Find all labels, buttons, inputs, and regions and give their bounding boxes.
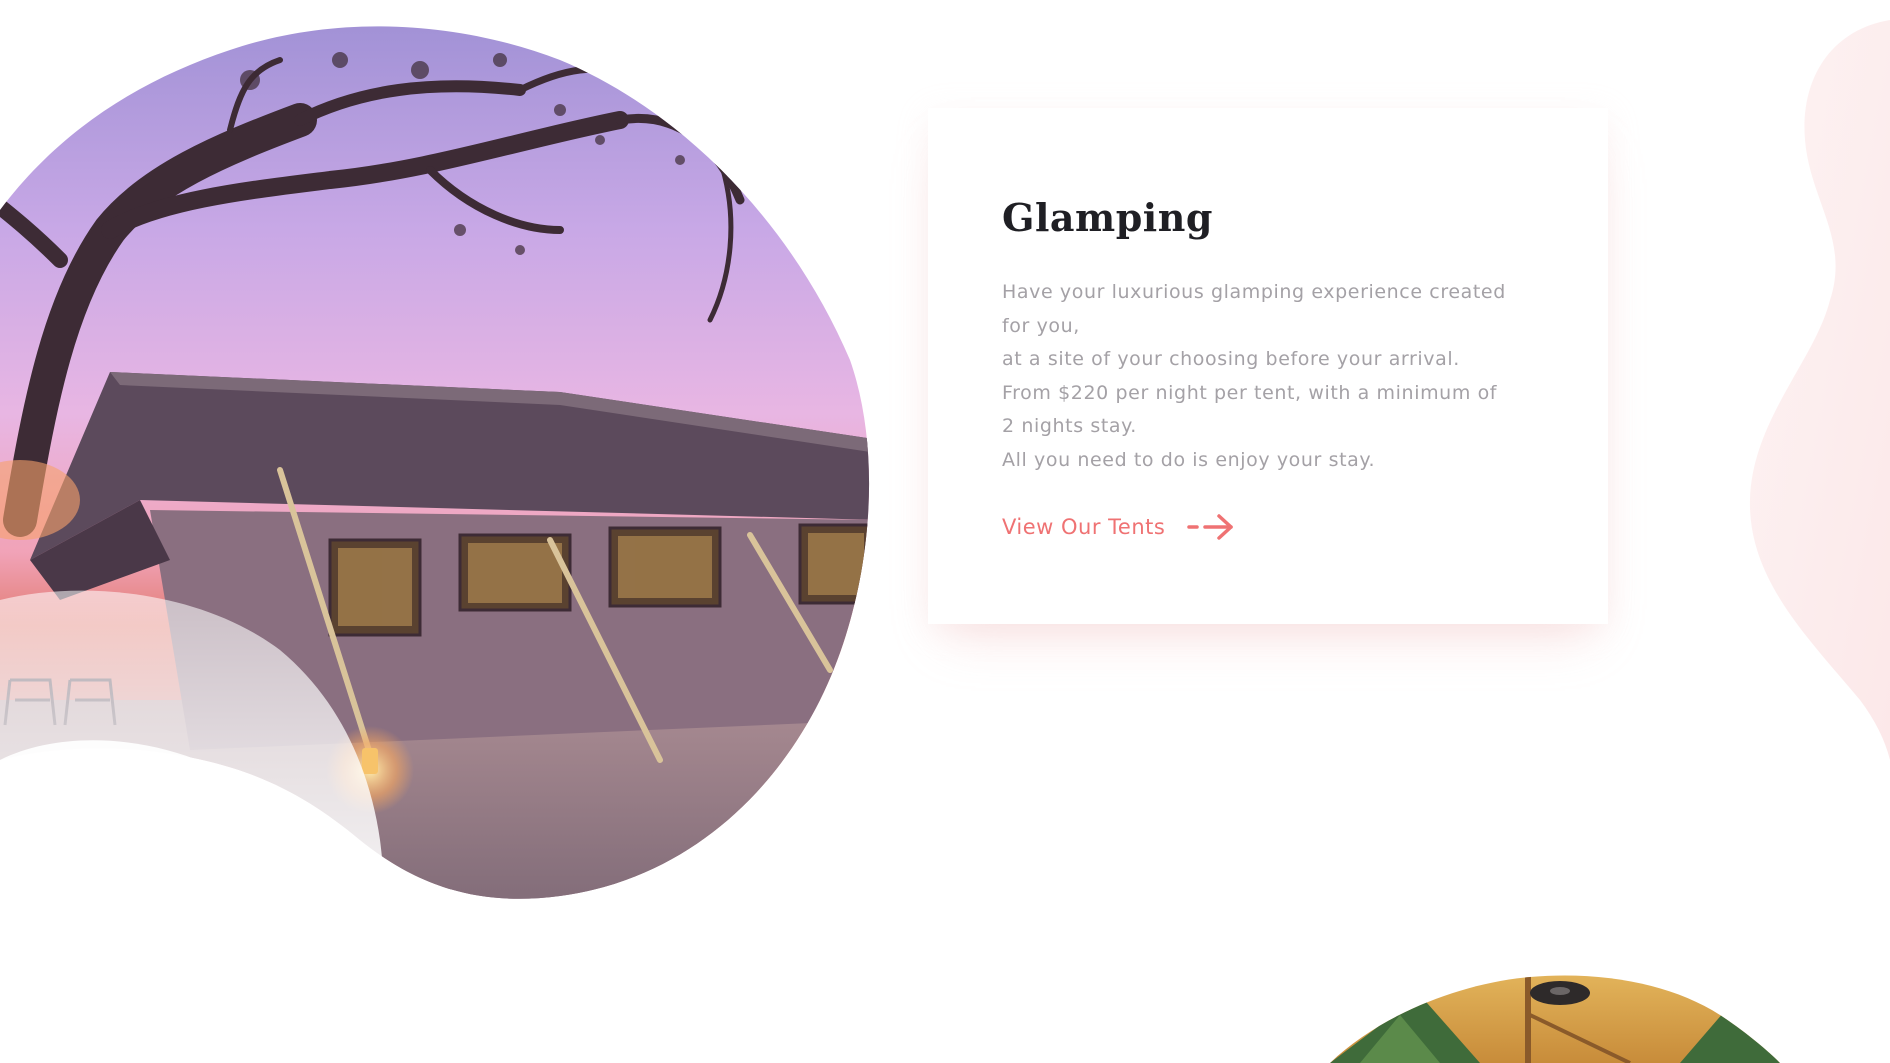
glamping-card: Glamping Have your luxurious glamping ex… xyxy=(928,108,1608,624)
description-line: for you, xyxy=(1002,314,1080,337)
right-blob xyxy=(1749,20,1890,760)
card-description: Have your luxurious glamping experience … xyxy=(1002,276,1532,477)
secondary-image xyxy=(1330,975,1780,1063)
description-line: 2 nights stay. xyxy=(1002,415,1137,437)
hero-image xyxy=(0,26,870,920)
description-line: All you need to do is enjoy your stay. xyxy=(1002,448,1376,471)
cta-label: View Our Tents xyxy=(1002,515,1166,539)
description-line: Have your luxurious glamping experience … xyxy=(1002,281,1506,303)
card-title: Glamping xyxy=(1002,195,1213,240)
view-our-tents-link[interactable]: View Our Tents xyxy=(1002,511,1235,543)
description-line: From $220 per night per tent, with a min… xyxy=(1002,381,1498,404)
description-line: at a site of your choosing before your a… xyxy=(1002,348,1460,370)
arrow-right-icon xyxy=(1187,511,1235,543)
